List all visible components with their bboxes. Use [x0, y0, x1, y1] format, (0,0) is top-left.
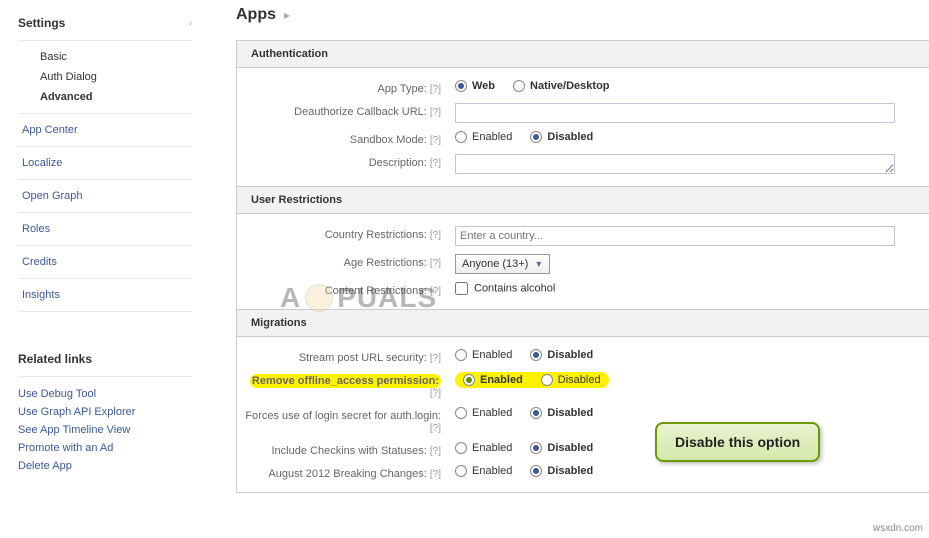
- breadcrumb: Apps ▸: [236, 6, 929, 24]
- app-type-web[interactable]: Web: [455, 80, 495, 92]
- help-icon[interactable]: [?]: [430, 107, 441, 118]
- nav-app-center[interactable]: App Center: [18, 113, 192, 146]
- link-debug-tool[interactable]: Use Debug Tool: [18, 385, 192, 403]
- sidebar-settings-header[interactable]: Settings ›: [18, 10, 192, 41]
- migration-stream-post-label: Stream post URL security:: [299, 352, 427, 364]
- chevron-right-icon: ›: [189, 18, 192, 29]
- radio-icon: [455, 131, 467, 143]
- help-icon[interactable]: [?]: [430, 446, 441, 457]
- settings-subnav: Basic Auth Dialog Advanced: [18, 41, 192, 113]
- radio-icon: [530, 349, 542, 361]
- breadcrumb-apps[interactable]: Apps: [236, 6, 276, 24]
- checkbox-icon[interactable]: [455, 282, 468, 295]
- help-icon[interactable]: [?]: [430, 158, 441, 169]
- country-restrictions-label: Country Restrictions:: [325, 229, 427, 241]
- radio-icon: [541, 374, 553, 386]
- help-icon[interactable]: [?]: [430, 286, 441, 297]
- radio-icon: [463, 374, 475, 386]
- related-links-header: Related links: [18, 352, 192, 377]
- nav-open-graph[interactable]: Open Graph: [18, 179, 192, 212]
- content-restrictions-checkbox[interactable]: Contains alcohol: [455, 282, 555, 295]
- subnav-auth-dialog[interactable]: Auth Dialog: [40, 67, 192, 87]
- nav-credits[interactable]: Credits: [18, 245, 192, 278]
- radio-icon: [530, 442, 542, 454]
- migration-login-secret-label: Forces use of login secret for auth.logi…: [245, 410, 441, 422]
- deauth-url-input[interactable]: [455, 103, 895, 123]
- help-icon[interactable]: [?]: [430, 423, 441, 434]
- section-migrations: Migrations: [237, 309, 929, 337]
- age-restrictions-select[interactable]: Anyone (13+) ▼: [455, 254, 550, 274]
- help-icon[interactable]: [?]: [430, 388, 441, 399]
- description-input[interactable]: [455, 154, 895, 174]
- help-icon[interactable]: [?]: [430, 258, 441, 269]
- migration-checkins-label: Include Checkins with Statuses:: [272, 445, 427, 457]
- link-app-timeline-view[interactable]: See App Timeline View: [18, 421, 192, 439]
- age-restrictions-value: Anyone (13+): [462, 258, 528, 270]
- sandbox-label: Sandbox Mode:: [350, 134, 427, 146]
- radio-icon: [455, 349, 467, 361]
- subnav-advanced[interactable]: Advanced: [40, 87, 192, 107]
- migration-offline-enabled[interactable]: Enabled: [463, 374, 523, 386]
- settings-panel: Authentication App Type: [?] Web Native/…: [236, 40, 929, 493]
- link-promote-ad[interactable]: Promote with an Ad: [18, 439, 192, 457]
- migration-checkins-disabled[interactable]: Disabled: [530, 442, 593, 454]
- help-icon[interactable]: [?]: [430, 135, 441, 146]
- migration-checkins-enabled[interactable]: Enabled: [455, 442, 512, 454]
- help-icon[interactable]: [?]: [430, 230, 441, 241]
- migration-aug2012-disabled[interactable]: Disabled: [530, 465, 593, 477]
- app-type-label: App Type:: [377, 83, 426, 95]
- help-icon[interactable]: [?]: [430, 469, 441, 480]
- migration-aug2012-label: August 2012 Breaking Changes:: [268, 468, 426, 480]
- age-restrictions-label: Age Restrictions:: [344, 257, 427, 269]
- app-type-native[interactable]: Native/Desktop: [513, 80, 609, 92]
- sandbox-enabled[interactable]: Enabled: [455, 131, 512, 143]
- migration-offline-access-label: Remove offline_access permission:: [252, 375, 439, 387]
- migration-offline-disabled[interactable]: Disabled: [541, 374, 601, 386]
- migration-aug2012-enabled[interactable]: Enabled: [455, 465, 512, 477]
- radio-icon: [513, 80, 525, 92]
- help-icon[interactable]: [?]: [430, 353, 441, 364]
- annotation-callout: Disable this option: [655, 422, 820, 462]
- main-content: Apps ▸ Authentication App Type: [?] Web …: [210, 0, 929, 493]
- radio-icon: [530, 465, 542, 477]
- related-links: Use Debug Tool Use Graph API Explorer Se…: [18, 377, 192, 475]
- source-attribution: wsxdn.com: [873, 523, 923, 534]
- section-user-restrictions: User Restrictions: [237, 186, 929, 214]
- nav-insights[interactable]: Insights: [18, 278, 192, 312]
- section-authentication: Authentication: [237, 41, 929, 68]
- radio-icon: [530, 131, 542, 143]
- chevron-right-icon: ▸: [284, 8, 290, 22]
- migration-login-disabled[interactable]: Disabled: [530, 407, 593, 419]
- radio-icon: [455, 442, 467, 454]
- migration-stream-enabled[interactable]: Enabled: [455, 349, 512, 361]
- migration-stream-disabled[interactable]: Disabled: [530, 349, 593, 361]
- radio-icon: [455, 80, 467, 92]
- help-icon[interactable]: [?]: [430, 84, 441, 95]
- content-restrictions-label: Content Restrictions:: [325, 285, 427, 297]
- link-delete-app[interactable]: Delete App: [18, 457, 192, 475]
- link-graph-api-explorer[interactable]: Use Graph API Explorer: [18, 403, 192, 421]
- sandbox-disabled[interactable]: Disabled: [530, 131, 593, 143]
- country-restrictions-input[interactable]: [455, 226, 895, 246]
- radio-icon: [530, 407, 542, 419]
- description-label: Description:: [369, 157, 427, 169]
- chevron-down-icon: ▼: [534, 259, 543, 269]
- subnav-basic[interactable]: Basic: [40, 47, 192, 67]
- nav-roles[interactable]: Roles: [18, 212, 192, 245]
- deauth-label: Deauthorize Callback URL:: [294, 106, 427, 118]
- radio-icon: [455, 465, 467, 477]
- sidebar: Settings › Basic Auth Dialog Advanced Ap…: [0, 0, 210, 493]
- nav-localize[interactable]: Localize: [18, 146, 192, 179]
- migration-login-enabled[interactable]: Enabled: [455, 407, 512, 419]
- settings-label: Settings: [18, 16, 65, 30]
- radio-icon: [455, 407, 467, 419]
